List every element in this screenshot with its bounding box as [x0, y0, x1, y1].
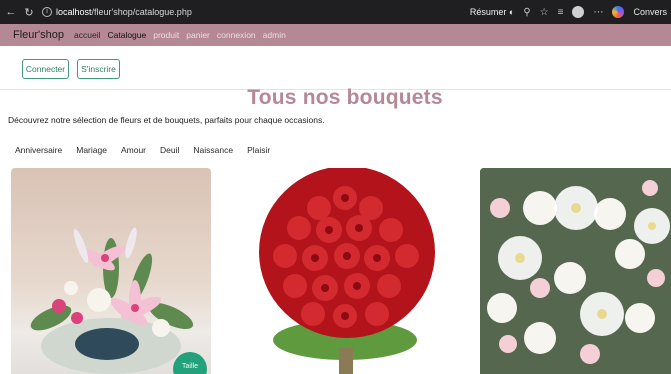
url-path: /fleur'shop/catalogue.php — [91, 7, 192, 17]
address-bar[interactable]: i localhost/fleur'shop/catalogue.php — [42, 4, 192, 20]
nav-link-produit[interactable]: produit — [153, 30, 179, 40]
category-amour[interactable]: Amour — [121, 145, 146, 155]
favorites-list-icon[interactable]: ≡ — [558, 7, 564, 18]
favorite-star-icon[interactable]: ☆ — [540, 7, 549, 18]
nav-link-connexion[interactable]: connexion — [217, 30, 256, 40]
zoom-icon[interactable]: ⚲ — [523, 7, 530, 18]
nav-link-catalogue[interactable]: Catalogue — [107, 30, 146, 40]
site-navbar: Fleur'shop accueil Catalogue produit pan… — [0, 24, 671, 46]
browser-toolbar: ← ↻ i localhost/fleur'shop/catalogue.php… — [0, 0, 671, 24]
profile-avatar[interactable] — [572, 6, 585, 18]
category-naissance[interactable]: Naissance — [193, 145, 233, 155]
nav-link-admin[interactable]: admin — [263, 30, 286, 40]
back-arrow-icon[interactable]: ← — [4, 5, 18, 19]
site-info-icon[interactable]: i — [42, 7, 52, 17]
size-badge-label: Taille — [182, 363, 198, 370]
resume-button[interactable]: Résumer ◐ — [470, 7, 514, 17]
category-mariage[interactable]: Mariage — [76, 145, 107, 155]
product-card-white-bouquet[interactable] — [480, 168, 671, 374]
lily-bouquet-image — [30, 227, 194, 374]
conversation-label[interactable]: Convers — [633, 7, 667, 17]
resume-label: Résumer — [469, 7, 507, 17]
product-card-red-roses[interactable] — [245, 168, 445, 374]
auth-bar: Connecter S'inscrire — [0, 46, 671, 90]
login-button[interactable]: Connecter — [22, 59, 69, 79]
brand-logo[interactable]: Fleur'shop — [13, 29, 64, 41]
nav-link-accueil[interactable]: accueil — [74, 30, 100, 40]
signup-button[interactable]: S'inscrire — [77, 59, 120, 79]
page-title: Tous nos bouquets — [247, 86, 443, 109]
more-menu-icon[interactable]: ⋯ — [593, 7, 603, 18]
resume-icon: ◐ — [508, 7, 515, 17]
category-anniversaire[interactable]: Anniversaire — [15, 145, 62, 155]
category-deuil[interactable]: Deuil — [160, 145, 179, 155]
url-host: localhost — [56, 7, 92, 17]
nav-link-panier[interactable]: panier — [186, 30, 210, 40]
category-plaisir[interactable]: Plaisir — [247, 145, 270, 155]
white-bouquet-image — [480, 168, 671, 374]
refresh-icon[interactable]: ↻ — [22, 5, 36, 19]
copilot-icon[interactable] — [612, 6, 625, 18]
product-card-lily-bouquet[interactable] — [11, 168, 211, 374]
intro-text: Découvrez notre sélection de fleurs et d… — [8, 115, 325, 125]
red-roses-image — [259, 168, 435, 374]
category-filter: Anniversaire Mariage Amour Deuil Naissan… — [15, 145, 284, 155]
